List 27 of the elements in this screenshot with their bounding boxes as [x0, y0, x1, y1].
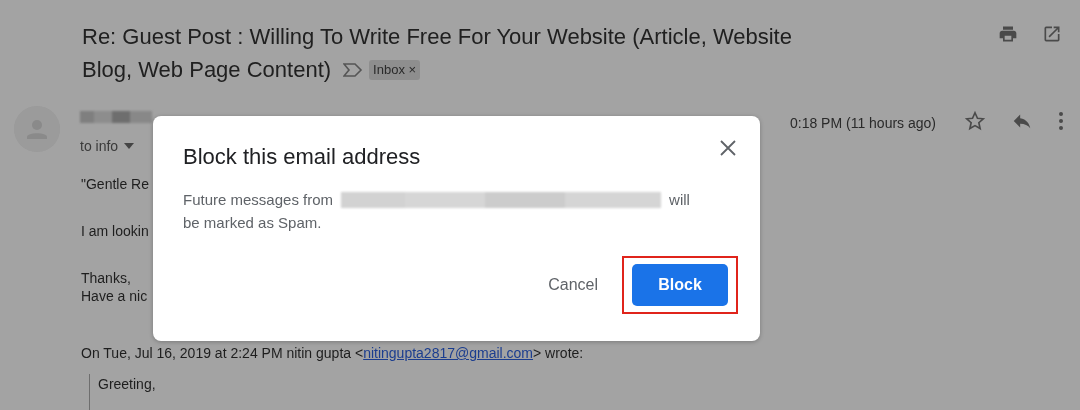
message-text: will	[669, 190, 690, 211]
email-subject: Blog, Web Page Content)	[82, 56, 332, 84]
block-button[interactable]: Block	[632, 264, 728, 307]
redacted-sender-name	[80, 111, 152, 123]
quote-header-text: > wrote:	[533, 345, 584, 361]
star-icon[interactable]	[964, 110, 986, 132]
print-icon[interactable]	[998, 24, 1018, 44]
message-text: Future messages from	[183, 190, 334, 211]
body-text: Thanks,	[81, 269, 131, 287]
body-text: "Gentle Re	[81, 175, 149, 193]
recipient-text: to info	[80, 138, 119, 154]
body-text: Have a nic	[81, 287, 148, 305]
email-link[interactable]: nitingupta2817@gmail.com	[363, 345, 533, 361]
body-text: I am lookin	[81, 222, 149, 240]
label-chip[interactable]: Inbox ×	[369, 59, 421, 80]
quoted-text: Greeting,	[98, 375, 156, 394]
cancel-button[interactable]: Cancel	[548, 265, 598, 306]
open-in-new-window-icon[interactable]	[1042, 24, 1062, 44]
timestamp: 0:18 PM (11 hours ago)	[789, 114, 936, 133]
dropdown-caret-icon[interactable]	[124, 143, 135, 149]
dialog-title: Block this email address	[183, 144, 422, 171]
close-icon[interactable]	[718, 138, 738, 158]
importance-marker-icon[interactable]	[343, 62, 364, 77]
quote-header-text: On Tue, Jul 16, 2019 at 2:24 PM nitin gupta <	[81, 345, 364, 361]
message-text: be marked as Spam.	[183, 213, 323, 234]
email-subject: Re: Guest Post : Willing To Write Free For Your Website (Article, Website	[82, 23, 792, 51]
more-options-icon[interactable]	[1058, 110, 1064, 132]
